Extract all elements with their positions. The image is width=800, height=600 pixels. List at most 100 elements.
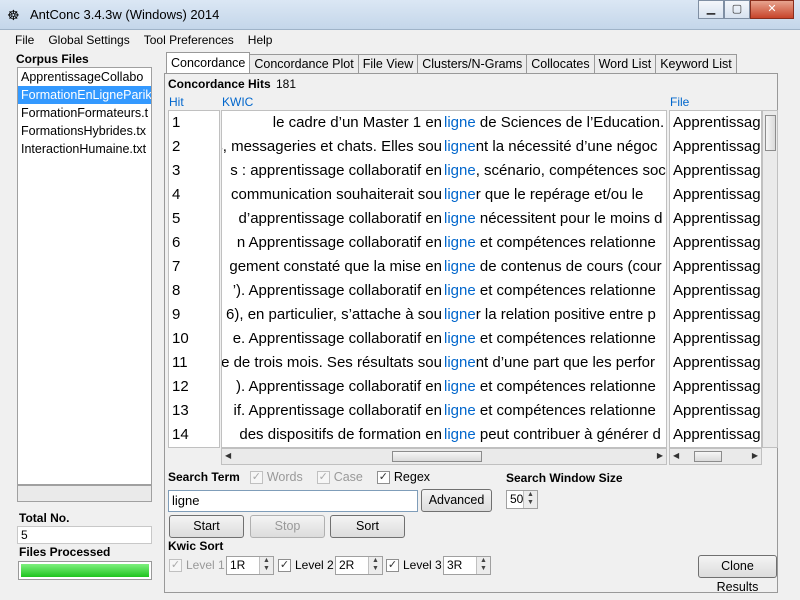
minimize-button[interactable]: ▁ — [698, 0, 724, 19]
kwic-keyword[interactable]: ligne nécessitent pour le moins d — [444, 207, 662, 231]
hit-number-cell[interactable]: 9 — [169, 303, 219, 327]
file-cell[interactable]: Apprentissag — [670, 255, 761, 279]
tab-concordance[interactable]: Concordance — [166, 52, 251, 73]
regex-checkbox[interactable]: ✓ — [376, 470, 390, 484]
words-checkbox[interactable]: ✓ — [249, 470, 263, 484]
kwic-row[interactable]: 6), en particulier, s’attache à sou ligne… — [222, 303, 666, 327]
kwic-row[interactable]: communication souhaiterait sou ligner que… — [222, 183, 666, 207]
file-cell[interactable]: Apprentissag — [670, 327, 761, 351]
file-cell[interactable]: Apprentissag — [670, 135, 761, 159]
file-cell[interactable]: Apprentissag — [670, 303, 761, 327]
file-cell[interactable]: Apprentissag — [670, 207, 761, 231]
tab-collocates[interactable]: Collocates — [526, 54, 595, 73]
file-column-header[interactable]: File — [670, 95, 689, 109]
search-term-input[interactable]: ligne — [168, 490, 418, 512]
kwic-keyword[interactable]: lignent d’une part que les perfor — [444, 351, 655, 375]
file-cell[interactable]: Apprentissag — [670, 423, 761, 447]
kwic-keyword[interactable]: ligne peut contribuer à générer d — [444, 423, 661, 447]
file-cell[interactable]: Apprentissag — [670, 231, 761, 255]
scroll-left-arrow-icon[interactable]: ◀ — [673, 451, 679, 460]
hit-number-cell[interactable]: 11 — [169, 351, 219, 375]
kwic-column[interactable]: le cadre d’un Master 1 en ligne de Scienc… — [221, 110, 667, 448]
kwic-row[interactable]: le cadre d’un Master 1 en ligne de Scienc… — [222, 111, 666, 135]
hit-number-cell[interactable]: 1 — [169, 111, 219, 135]
hit-number-cell[interactable]: 4 — [169, 183, 219, 207]
hit-number-cell[interactable]: 12 — [169, 375, 219, 399]
level-1-checkbox[interactable]: ✓ — [169, 558, 182, 572]
tab-concordance-plot[interactable]: Concordance Plot — [249, 54, 359, 73]
kwic-keyword[interactable]: ligne, scénario, compétences soc — [444, 159, 666, 183]
file-cell[interactable]: Apprentissag — [670, 183, 761, 207]
corpus-file-item[interactable]: ApprentissageCollabo — [18, 68, 151, 86]
file-cell[interactable]: Apprentissag — [670, 159, 761, 183]
hit-number-column[interactable]: 1 2 3 4 5 6 7 8 9 10 11 12 13 14 — [168, 110, 220, 448]
maximize-button[interactable]: ▢ — [724, 0, 750, 19]
close-button[interactable]: ✕ — [750, 0, 794, 19]
hit-number-cell[interactable]: 5 — [169, 207, 219, 231]
kwic-keyword[interactable]: ligne et compétences relationne — [444, 279, 656, 303]
file-cell[interactable]: Apprentissag — [670, 399, 761, 423]
kwic-row[interactable]: des dispositifs de formation en ligne peu… — [222, 423, 666, 447]
kwic-keyword[interactable]: ligne et compétences relationne — [444, 327, 656, 351]
kwic-row[interactable]: n Apprentissage collaboratif en ligne et … — [222, 231, 666, 255]
scroll-right-arrow-icon[interactable]: ▶ — [657, 451, 663, 460]
stop-button[interactable]: Stop — [250, 515, 325, 538]
level-3-checkbox[interactable]: ✓ — [386, 558, 399, 572]
search-window-size-spinner[interactable]: 50 ▲ ▼ — [506, 490, 538, 509]
kwic-keyword[interactable]: ligne et compétences relationne — [444, 231, 656, 255]
scroll-right-arrow-icon[interactable]: ▶ — [752, 451, 758, 460]
advanced-button[interactable]: Advanced — [421, 489, 492, 512]
tab-keyword-list[interactable]: Keyword List — [655, 54, 737, 73]
menu-file[interactable]: File — [8, 31, 41, 50]
level-3-spinner[interactable]: 3R ▲ ▼ — [443, 556, 491, 575]
sort-button[interactable]: Sort — [330, 515, 405, 538]
kwic-keyword[interactable]: ligne de Sciences de l’Education. — [444, 111, 664, 135]
kwic-row[interactable]: d’apprentissage collaboratif en ligne néc… — [222, 207, 666, 231]
kwic-row[interactable]: e. Apprentissage collaboratif en ligne et… — [222, 327, 666, 351]
spinner-arrows-icon[interactable]: ▲ ▼ — [259, 557, 273, 574]
corpus-file-item[interactable]: FormationFormateurs.t — [18, 104, 151, 122]
file-cell[interactable]: Apprentissag — [670, 375, 761, 399]
file-cell[interactable]: Apprentissag — [670, 351, 761, 375]
hit-number-cell[interactable]: 2 — [169, 135, 219, 159]
clone-results-button[interactable]: Clone Results — [698, 555, 777, 594]
spinner-arrows-icon[interactable]: ▲ ▼ — [523, 491, 537, 508]
kwic-column-header[interactable]: KWIC — [222, 95, 253, 109]
level-2-spinner[interactable]: 2R ▲ ▼ — [335, 556, 383, 575]
kwic-row[interactable]: s, messageries et chats. Elles sou lignen… — [222, 135, 666, 159]
kwic-keyword[interactable]: ligne et compétences relationne — [444, 399, 656, 423]
kwic-keyword[interactable]: ligner que le repérage et/ou le — [444, 183, 643, 207]
kwic-row[interactable]: e de trois mois. Ses résultats sou lignen… — [222, 351, 666, 375]
corpus-file-item[interactable]: InteractionHumaine.txt — [18, 140, 151, 158]
tab-clusters-ngrams[interactable]: Clusters/N-Grams — [417, 54, 528, 73]
scroll-left-arrow-icon[interactable]: ◀ — [225, 451, 231, 460]
corpus-horizontal-scrollbar[interactable] — [17, 485, 152, 502]
hit-number-cell[interactable]: 8 — [169, 279, 219, 303]
menu-global-settings[interactable]: Global Settings — [41, 31, 136, 50]
hit-number-cell[interactable]: 7 — [169, 255, 219, 279]
start-button[interactable]: Start — [169, 515, 244, 538]
spinner-arrows-icon[interactable]: ▲ ▼ — [368, 557, 382, 574]
hit-number-cell[interactable]: 14 — [169, 423, 219, 447]
level-1-spinner[interactable]: 1R ▲ ▼ — [226, 556, 274, 575]
menu-help[interactable]: Help — [241, 31, 280, 50]
level-2-checkbox[interactable]: ✓ — [278, 558, 291, 572]
kwic-keyword[interactable]: lignent la nécessité d’une négoc — [444, 135, 658, 159]
results-vertical-scrollbar[interactable] — [762, 110, 778, 448]
menu-tool-preferences[interactable]: Tool Preferences — [137, 31, 241, 50]
hit-number-cell[interactable]: 10 — [169, 327, 219, 351]
tab-file-view[interactable]: File View — [357, 54, 419, 73]
hit-number-cell[interactable]: 6 — [169, 231, 219, 255]
kwic-keyword[interactable]: ligne et compétences relationne — [444, 375, 656, 399]
tab-word-list[interactable]: Word List — [593, 54, 657, 73]
file-horizontal-scroll-thumb[interactable] — [694, 451, 722, 462]
case-checkbox[interactable]: ✓ — [316, 470, 330, 484]
kwic-row[interactable]: s : apprentissage collaboratif en ligne, … — [222, 159, 666, 183]
kwic-keyword[interactable]: ligne de contenus de cours (cour — [444, 255, 662, 279]
corpus-file-list[interactable]: ApprentissageCollabo FormationEnLignePar… — [17, 67, 152, 485]
kwic-horizontal-scrollbar[interactable]: ◀ ▶ — [221, 448, 667, 465]
file-cell[interactable]: Apprentissag — [670, 279, 761, 303]
file-cell[interactable]: Apprentissag — [670, 111, 761, 135]
vertical-scroll-thumb[interactable] — [765, 115, 776, 151]
corpus-file-item-selected[interactable]: FormationEnLigneParik — [18, 86, 151, 104]
